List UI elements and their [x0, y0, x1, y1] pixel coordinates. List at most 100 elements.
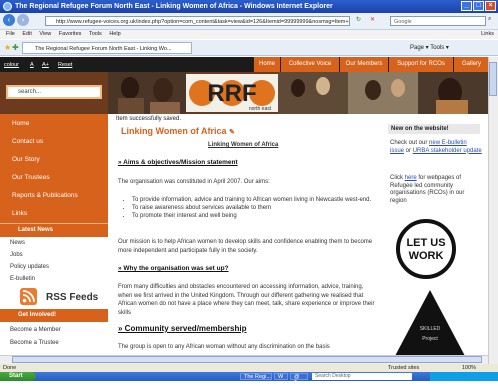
rrf-logo: RRF north east [186, 74, 278, 112]
desktop-search-field[interactable]: Search Desktop [312, 373, 412, 380]
forward-icon[interactable]: › [17, 14, 29, 26]
save-status-message: Item successfully saved. [116, 116, 182, 122]
menu-tools[interactable]: Tools [89, 31, 102, 37]
page-tools-menu[interactable]: Page ▾ Tools ▾ [410, 44, 449, 51]
new-on-website-heading: New on the website! [388, 124, 480, 134]
aim-item: To promote their interest and well being [132, 212, 382, 220]
menu-file[interactable]: File [6, 31, 15, 37]
become-trustee-link[interactable]: Become a Trustee [10, 340, 59, 346]
nav-gallery[interactable]: Gallery [453, 57, 489, 72]
system-tray [430, 372, 498, 381]
search-icon[interactable]: ⌕ [488, 16, 491, 23]
horizontal-scroll-thumb[interactable] [12, 356, 482, 363]
close-button[interactable]: × [485, 1, 496, 11]
search-field[interactable]: Google [390, 16, 486, 26]
let-us-work-badge[interactable]: LET US WORK [396, 219, 456, 279]
site-search-input[interactable]: search... [6, 85, 102, 99]
window-title: The Regional Refugee Forum North East - … [15, 3, 333, 10]
page-title: Linking Women of Africa ✎ [121, 126, 235, 136]
favorites-star-icon[interactable]: ★ [4, 43, 11, 52]
ie-icon [3, 2, 12, 11]
rss-icon[interactable] [20, 288, 37, 305]
svg-text:WORK: WORK [409, 250, 444, 262]
vertical-scrollbar[interactable] [488, 57, 498, 366]
latest-news-heading: Latest News [0, 224, 108, 237]
back-icon[interactable]: ‹ [3, 14, 15, 26]
aims-list: To provide information, advice and train… [122, 196, 382, 220]
rco-here-link[interactable]: here [405, 175, 417, 181]
logo-letters: RRF [207, 80, 256, 107]
ebulletin-notice: Check out our new E-bulletin issue or UR… [390, 140, 482, 155]
edit-icon[interactable]: ✎ [229, 129, 235, 136]
svg-text:LET US: LET US [406, 237, 445, 249]
news-link-policy[interactable]: Policy updates [10, 264, 49, 270]
menu-bar: File Edit View Favorites Tools Help Link… [0, 30, 498, 39]
project-label: Project [422, 336, 438, 342]
notice-prefix: Check out our [390, 140, 430, 146]
colour-link[interactable]: colour [4, 62, 19, 68]
news-link-ebulletin[interactable]: E-bulletin [10, 276, 35, 282]
community-text: The group is open to any African woman w… [118, 344, 330, 350]
aim-item: To provide information, advice and train… [132, 196, 382, 204]
header-photo-left [108, 72, 186, 114]
address-bar[interactable]: http://www.refugee-voices.org.uk/index.p… [45, 16, 350, 26]
page-title-text: Linking Women of Africa [121, 126, 227, 136]
why-text: From many difficulties and obstacles enc… [118, 284, 375, 316]
menu-favorites[interactable]: Favorites [59, 31, 82, 37]
refresh-icon[interactable]: ↻ [356, 16, 361, 23]
font-larger-link[interactable]: A+ [42, 62, 49, 68]
font-reset-link[interactable]: Reset [58, 62, 72, 68]
browser-tab[interactable]: The Regional Refugee Forum North East - … [22, 42, 192, 54]
stop-icon[interactable]: ✕ [370, 16, 375, 23]
taskbar-item-browser[interactable]: The Regi... [240, 373, 272, 380]
notice-mid: or [404, 147, 413, 154]
nav-home[interactable]: Home [253, 57, 280, 72]
status-text: Done [3, 365, 17, 371]
window-controls: _ □ × [461, 1, 496, 11]
zone-label: Trusted sites [388, 365, 420, 371]
menu-view[interactable]: View [39, 31, 51, 37]
skilled-project-badge[interactable]: SKILLED Project [393, 288, 467, 358]
nav-support-rcos[interactable]: Support for RCOs [388, 57, 453, 72]
vertical-scroll-thumb[interactable] [489, 62, 497, 96]
menu-help[interactable]: Help [109, 31, 120, 37]
font-normal-link[interactable]: A [30, 62, 34, 68]
skilled-label: SKILLED [420, 326, 441, 332]
aim-item: To raise awareness about services availa… [132, 204, 382, 212]
window-title-bar: The Regional Refugee Forum North East - … [0, 0, 498, 13]
sidebar-item-home[interactable]: Home [0, 114, 108, 134]
why-heading: » Why the organisation was set up? [118, 265, 229, 272]
rss-feeds-link[interactable]: RSS Feeds [46, 292, 98, 303]
maximize-button[interactable]: □ [473, 1, 484, 11]
sidebar-item-reports[interactable]: Reports & Publications [0, 186, 108, 206]
page-subtitle: Linking Women of Africa [208, 142, 279, 148]
rco-notice: Click here for webpages of Refugee led c… [390, 175, 482, 205]
taskbar-item-other[interactable]: @ T... [290, 373, 308, 386]
logo-subtitle: north east [249, 106, 272, 112]
menu-edit[interactable]: Edit [22, 31, 31, 37]
header-photo-right [278, 72, 488, 114]
nav-collective-voice[interactable]: Collective Voice [280, 57, 339, 72]
links-label[interactable]: Links [481, 30, 494, 39]
sidebar-item-links[interactable]: Links [0, 204, 108, 224]
sidebar-item-contact[interactable]: Contact us [0, 132, 108, 152]
get-involved-heading: Get Involved! [0, 309, 108, 322]
urba-link[interactable]: URBA stakeholder update [413, 148, 482, 154]
sidebar-item-our-story[interactable]: Our Story [0, 150, 108, 170]
mission-text: Our mission is to help African women to … [118, 239, 373, 254]
taskbar-item-word[interactable]: W [274, 373, 288, 380]
intro-text: The organisation was constituted in Apri… [118, 179, 270, 185]
minimize-button[interactable]: _ [461, 1, 472, 11]
news-link-news[interactable]: News [10, 240, 25, 246]
sidebar-item-trustees[interactable]: Our Trustees [0, 168, 108, 188]
start-button[interactable]: Start [0, 372, 36, 381]
add-favorites-icon[interactable]: ✚ [12, 43, 19, 52]
status-bar: Done Trusted sites 100% [0, 364, 498, 372]
click-prefix: Click [390, 175, 405, 181]
aims-heading: » Aims & objectives/Mission statement [118, 159, 238, 166]
community-heading: » Community served/membership [118, 324, 247, 333]
news-link-jobs[interactable]: Jobs [10, 252, 23, 258]
zoom-level[interactable]: 100% [462, 364, 476, 372]
become-member-link[interactable]: Become a Member [10, 327, 61, 333]
nav-our-members[interactable]: Our Members [339, 57, 388, 72]
